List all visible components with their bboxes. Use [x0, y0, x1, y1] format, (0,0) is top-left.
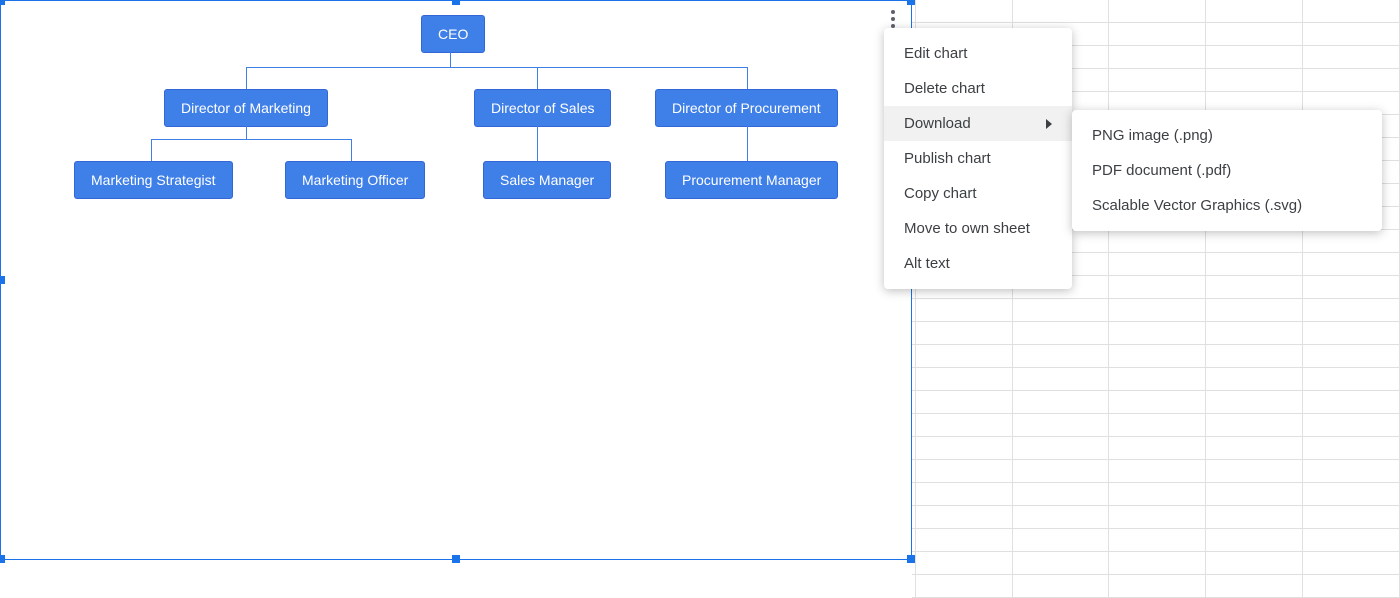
- menu-label: Delete chart: [904, 80, 985, 97]
- org-connector: [246, 67, 748, 68]
- org-node-marketing-strategist[interactable]: Marketing Strategist: [74, 161, 233, 199]
- menu-delete-chart[interactable]: Delete chart: [884, 71, 1072, 106]
- chart-context-menu: Edit chart Delete chart Download Publish…: [884, 28, 1072, 289]
- submenu-arrow-icon: [1046, 119, 1052, 129]
- download-submenu: PNG image (.png) PDF document (.pdf) Sca…: [1072, 110, 1382, 231]
- org-connector: [537, 67, 538, 89]
- menu-alt-text[interactable]: Alt text: [884, 246, 1072, 281]
- menu-move-to-own-sheet[interactable]: Move to own sheet: [884, 211, 1072, 246]
- menu-label: Scalable Vector Graphics (.svg): [1092, 197, 1302, 214]
- org-connector: [351, 139, 352, 161]
- menu-label: PNG image (.png): [1092, 127, 1213, 144]
- org-node-marketing-officer[interactable]: Marketing Officer: [285, 161, 425, 199]
- org-node-procurement-manager[interactable]: Procurement Manager: [665, 161, 838, 199]
- org-node-dir-sales[interactable]: Director of Sales: [474, 89, 611, 127]
- org-connector: [450, 51, 451, 67]
- menu-publish-chart[interactable]: Publish chart: [884, 141, 1072, 176]
- menu-label: Download: [904, 115, 971, 132]
- org-connector: [151, 139, 351, 140]
- org-connector: [537, 125, 538, 161]
- org-connector: [246, 125, 247, 139]
- menu-label: Edit chart: [904, 45, 967, 62]
- org-chart: CEO Director of Marketing Director of Sa…: [1, 1, 911, 559]
- org-node-sales-manager[interactable]: Sales Manager: [483, 161, 611, 199]
- menu-label: Alt text: [904, 255, 950, 272]
- submenu-download-png[interactable]: PNG image (.png): [1072, 118, 1382, 153]
- org-connector: [151, 139, 152, 161]
- org-node-ceo[interactable]: CEO: [421, 15, 485, 53]
- menu-label: Publish chart: [904, 150, 991, 167]
- menu-label: PDF document (.pdf): [1092, 162, 1231, 179]
- menu-copy-chart[interactable]: Copy chart: [884, 176, 1072, 211]
- org-chart-frame[interactable]: CEO Director of Marketing Director of Sa…: [0, 0, 912, 560]
- menu-edit-chart[interactable]: Edit chart: [884, 36, 1072, 71]
- menu-label: Move to own sheet: [904, 220, 1030, 237]
- submenu-download-svg[interactable]: Scalable Vector Graphics (.svg): [1072, 188, 1382, 223]
- org-node-dir-procurement[interactable]: Director of Procurement: [655, 89, 838, 127]
- org-connector: [246, 67, 247, 89]
- menu-label: Copy chart: [904, 185, 977, 202]
- submenu-download-pdf[interactable]: PDF document (.pdf): [1072, 153, 1382, 188]
- menu-download[interactable]: Download: [884, 106, 1072, 141]
- org-node-dir-marketing[interactable]: Director of Marketing: [164, 89, 328, 127]
- org-connector: [747, 125, 748, 161]
- org-connector: [747, 67, 748, 89]
